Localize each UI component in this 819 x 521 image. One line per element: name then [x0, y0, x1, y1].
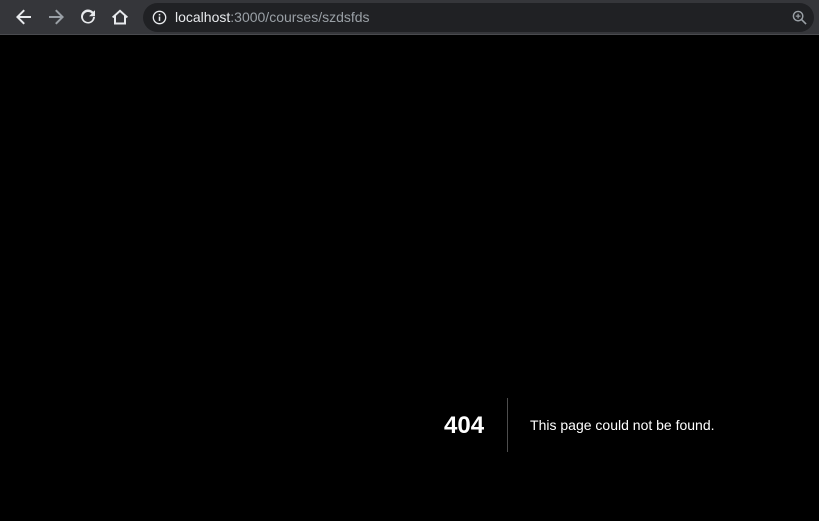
error-message: This page could not be found.: [530, 416, 715, 433]
site-info-button[interactable]: [151, 9, 168, 26]
info-icon: [152, 10, 167, 25]
url-host: localhost: [175, 9, 231, 25]
arrow-left-icon: [16, 9, 31, 25]
reload-icon: [81, 9, 95, 24]
url-path: :3000/courses/szdsfds: [230, 9, 370, 25]
zoom-button[interactable]: [791, 9, 808, 26]
browser-window: localhost:3000/courses/szdsfds 404 This …: [0, 0, 819, 521]
home-icon: [112, 9, 128, 25]
browser-toolbar: localhost:3000/courses/szdsfds: [0, 0, 819, 35]
url-text[interactable]: localhost:3000/courses/szdsfds: [175, 9, 370, 26]
zoom-in-icon: [792, 10, 807, 25]
page-content: 404 This page could not be found.: [0, 35, 819, 521]
back-button[interactable]: [12, 5, 36, 29]
forward-button[interactable]: [44, 5, 68, 29]
reload-button[interactable]: [76, 5, 100, 29]
arrow-right-icon: [49, 9, 64, 25]
error-code: 404: [444, 398, 509, 452]
error-block: 404 This page could not be found.: [444, 398, 715, 452]
address-bar[interactable]: localhost:3000/courses/szdsfds: [143, 3, 814, 32]
home-button[interactable]: [108, 5, 132, 29]
